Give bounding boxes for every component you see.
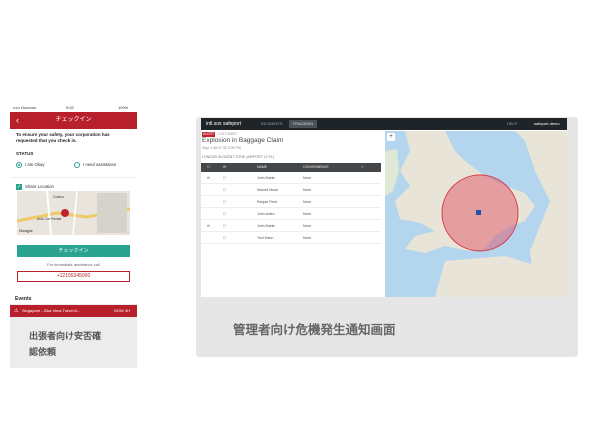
map-graphic	[385, 131, 567, 297]
row-flag-icon: ✉	[207, 224, 210, 228]
phone-screenshot: ••••• Docomo 9:02 100% ‹ チェックイン To ensur…	[10, 104, 137, 368]
event-time: NOW 4H	[114, 308, 130, 313]
incident-map[interactable]: +	[385, 131, 567, 297]
top-nav-bar: intl.sos safeport INCIDENTS TRACKING HEL…	[201, 118, 567, 130]
phone-caption-line1: 出張者向け安否確	[29, 331, 102, 341]
row-status: None	[303, 212, 312, 216]
row-name: Yoel Marin	[257, 236, 274, 240]
row-name: John artten	[257, 212, 275, 216]
row-status: None	[303, 224, 312, 228]
share-location-label: Share Location	[25, 184, 54, 189]
header-title: チェックイン	[55, 117, 92, 123]
row-check[interactable]: ☐	[223, 172, 226, 184]
row-status: None	[303, 236, 312, 240]
divider	[10, 177, 137, 178]
row-status: None	[303, 188, 312, 192]
row-check[interactable]: ☐	[223, 196, 226, 208]
event-item[interactable]: ⚠ Singapore - Zika Virus Travel A... NOW…	[10, 305, 137, 317]
admin-screen-card: intl.sos safeport INCIDENTS TRACKING HEL…	[196, 117, 578, 357]
list-label: LONDON INCIDENT ZONE (AIRPORT 12 PL)	[202, 155, 274, 159]
row-flag-icon: ✉	[207, 176, 210, 180]
status-bar: ••••• Docomo 9:02 100%	[10, 104, 137, 112]
phone-header: ‹ チェックイン	[10, 112, 137, 129]
incident-title: Explosion in Baggage Claim	[202, 137, 284, 144]
table-row[interactable]: ☐ Mamell Mean None	[201, 184, 381, 196]
alert-icon: ⚠	[14, 308, 19, 314]
table-row[interactable]: ☐ Yoel Marin None	[201, 232, 381, 244]
status-label: STATUS	[16, 151, 34, 156]
col-action-icon: ✓	[361, 165, 364, 169]
radio-assistance[interactable]	[74, 162, 80, 168]
col-status[interactable]: CONVENIENCE	[303, 163, 329, 172]
row-name: Ranjae Perel	[257, 200, 278, 204]
share-location-checkbox[interactable]: ✓	[16, 184, 22, 190]
phone-caption-line2: 認依頼	[29, 347, 57, 357]
phone-body: To ensure your safety, your corporation …	[10, 129, 137, 304]
map-graphic	[17, 191, 130, 235]
admin-caption: 管理者向け危機発生通知画面	[233, 323, 396, 337]
row-name: John Martin	[257, 176, 276, 180]
col-check[interactable]: ☐	[207, 163, 210, 172]
nav-tracking[interactable]: TRACKING	[289, 120, 317, 128]
app-logo: intl.sos safeport	[206, 121, 242, 127]
account-menu[interactable]: safeport demo	[534, 118, 560, 130]
battery-label: 100%	[118, 105, 129, 110]
admin-app: intl.sos safeport INCIDENTS TRACKING HEL…	[201, 118, 567, 297]
clock: 9:02	[66, 105, 74, 110]
row-check[interactable]: ☐	[223, 184, 226, 196]
option-okay-label: I am Okay	[25, 162, 45, 167]
row-status: None	[303, 176, 312, 180]
event-title: Singapore - Zika Virus Travel A...	[22, 308, 81, 313]
radio-okay[interactable]	[16, 162, 22, 168]
table-row[interactable]: ☐ Ranjae Perel None	[201, 196, 381, 208]
back-icon[interactable]: ‹	[16, 112, 19, 129]
nav-help[interactable]: HELP	[507, 118, 517, 130]
table-row[interactable]: ☐ John artten None	[201, 208, 381, 220]
events-label: Events	[15, 296, 32, 302]
row-name: Mamell Mean	[257, 188, 279, 192]
assistance-label: For immediate assistance call	[47, 262, 100, 267]
map-label-avis: Avis Car Rental	[37, 217, 62, 221]
location-map[interactable]: Costco Avis Car Rental Google	[17, 191, 130, 235]
row-status: None	[303, 200, 312, 204]
col-flag: ✉	[223, 165, 226, 169]
carrier-label: ••••• Docomo	[13, 105, 37, 110]
incident-meta: Sept 1 08:07:32 2:09 PM	[202, 146, 241, 150]
option-assistance-label: I need assistance	[83, 162, 117, 167]
row-check[interactable]: ☐	[223, 232, 226, 244]
row-check[interactable]: ☐	[223, 208, 226, 220]
row-name: John Martin	[257, 224, 276, 228]
map-label-google: Google	[19, 228, 33, 233]
table-row[interactable]: ✉ ☐ John Martin None	[201, 172, 381, 184]
col-name[interactable]: NAME	[257, 163, 267, 172]
row-check[interactable]: ☐	[223, 220, 226, 232]
safety-message: To ensure your safety, your corporation …	[16, 132, 110, 143]
checkin-button[interactable]: チェックイン	[17, 245, 130, 257]
zoom-in-icon[interactable]: +	[387, 133, 395, 141]
nav-incidents[interactable]: INCIDENTS	[261, 118, 283, 130]
map-label-costco: Costco	[53, 195, 64, 199]
table-header: ☐ ✉ NAME CONVENIENCE ✓	[201, 163, 381, 172]
table-row[interactable]: ✉ ☐ John Martin None	[201, 220, 381, 232]
call-number-button[interactable]: +12155345000	[17, 271, 130, 282]
